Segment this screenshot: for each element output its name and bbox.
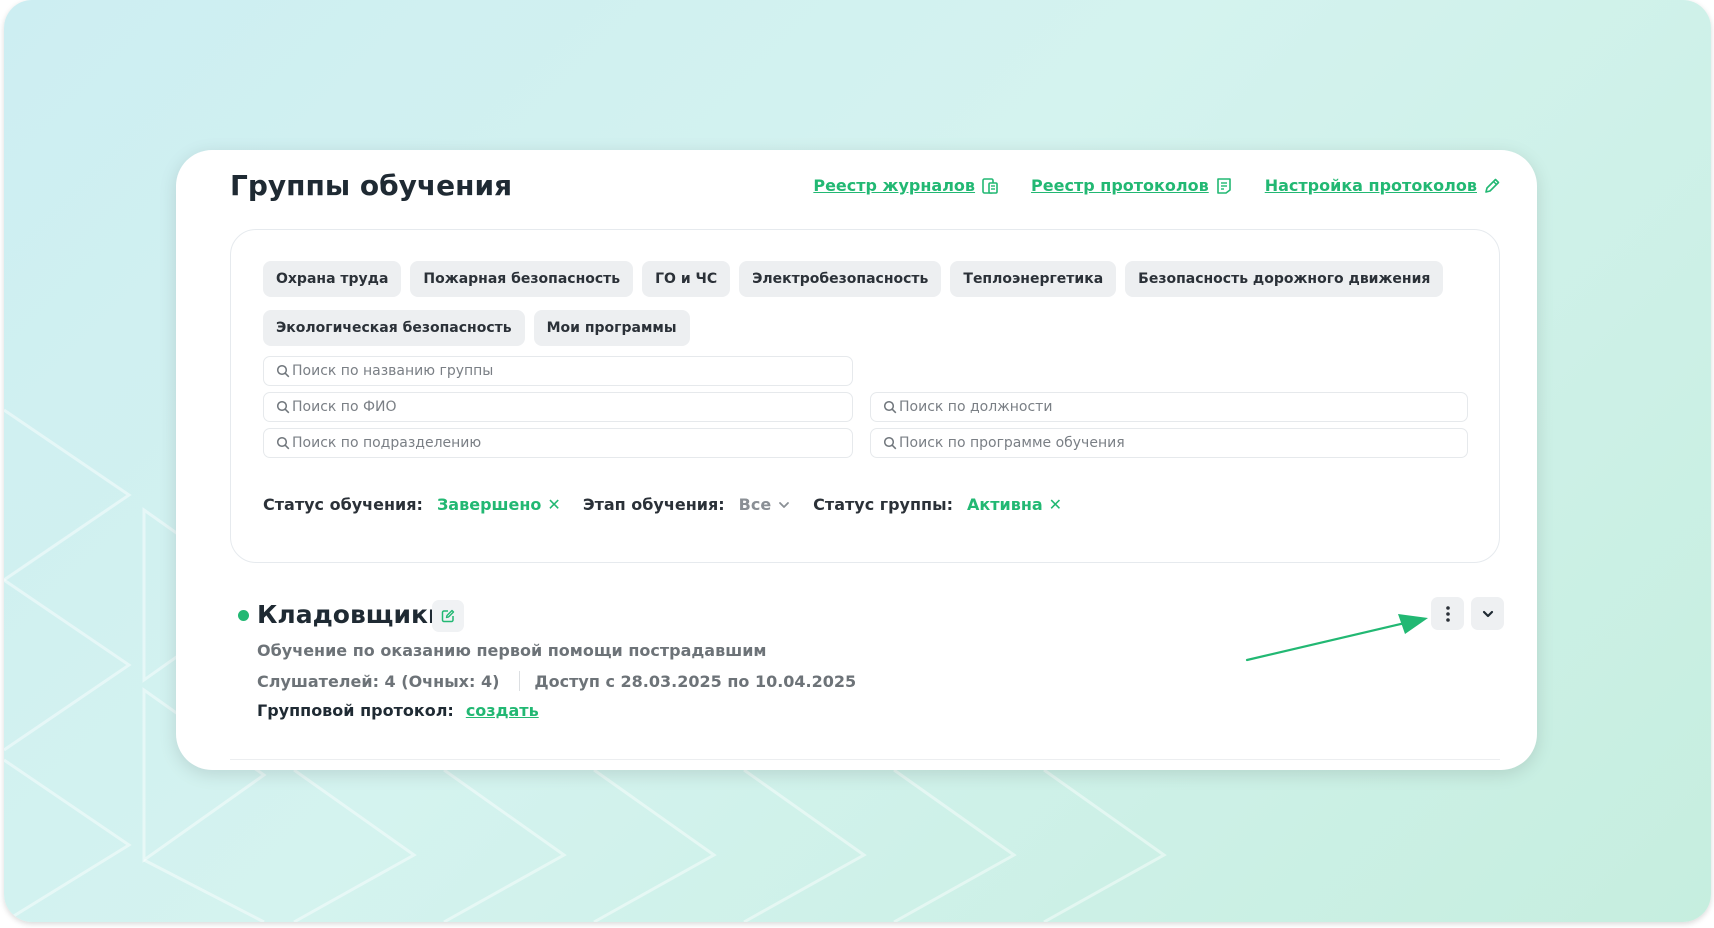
- journal-icon: [982, 177, 998, 194]
- protocol-label: Групповой протокол:: [257, 701, 454, 720]
- search-icon: [276, 400, 290, 414]
- section-divider: [230, 759, 1500, 760]
- listeners-count: Слушателей: 4 (Очных: 4): [257, 671, 500, 691]
- stage-dropdown[interactable]: Все: [739, 495, 792, 514]
- access-period: Доступ с 28.03.2025 по 10.04.2025: [534, 671, 857, 691]
- document-icon: [1216, 177, 1231, 194]
- journals-registry-label: Реестр журналов: [813, 176, 976, 195]
- chip-labor-safety[interactable]: Охрана труда: [263, 261, 402, 297]
- page-title: Группы обучения: [230, 169, 513, 202]
- protocol-settings-label: Настройка протоколов: [1264, 176, 1477, 195]
- protocols-registry-label: Реестр протоколов: [1031, 176, 1209, 195]
- group-program: Обучение по оказанию первой помощи постр…: [257, 641, 767, 660]
- chevron-down-icon: [779, 501, 790, 508]
- chip-electrical-safety[interactable]: Электробезопасность: [739, 261, 942, 297]
- chip-fire-safety[interactable]: Пожарная безопасность: [410, 261, 634, 297]
- close-icon[interactable]: ✕: [1049, 495, 1062, 514]
- category-chips: Охрана труда Пожарная безопасность ГО и …: [263, 261, 1463, 346]
- edit-group-button[interactable]: [432, 600, 464, 632]
- group-status-value: Активна: [966, 495, 1043, 514]
- more-vertical-icon: [1445, 605, 1450, 622]
- close-icon[interactable]: ✕: [547, 495, 560, 514]
- create-protocol-link[interactable]: создать: [466, 701, 539, 720]
- expand-group-button[interactable]: [1471, 597, 1504, 630]
- stage-label: Этап обучения:: [582, 495, 725, 514]
- program-search: [870, 428, 1468, 458]
- search-icon: [276, 436, 290, 450]
- department-search: [263, 428, 853, 458]
- chip-ecological-safety[interactable]: Экологическая безопасность: [263, 310, 525, 346]
- more-actions-button[interactable]: [1431, 597, 1464, 630]
- pencil-icon: [1485, 178, 1500, 193]
- pointer-arrow-icon: [1245, 614, 1428, 662]
- position-search: [870, 392, 1468, 422]
- training-status-value: Завершено: [436, 495, 542, 514]
- stage-value: Все: [738, 495, 772, 514]
- group-title: Кладовщики: [257, 600, 446, 629]
- search-icon: [883, 400, 897, 414]
- group-status-filter[interactable]: Активна ✕: [967, 495, 1062, 514]
- position-search-input[interactable]: [899, 399, 1467, 415]
- group-meta: Слушателей: 4 (Очных: 4) Доступ с 28.03.…: [257, 671, 856, 691]
- group-name-search-input[interactable]: [292, 363, 852, 379]
- chevron-down-icon: [1482, 610, 1493, 617]
- program-search-input[interactable]: [899, 435, 1467, 451]
- chip-heat-power[interactable]: Теплоэнергетика: [950, 261, 1117, 297]
- main-card: Группы обучения Реестр журналов Реестр п…: [176, 150, 1537, 770]
- department-search-input[interactable]: [292, 435, 852, 451]
- header-links: Реестр журналов Реестр протоколов Настро…: [813, 176, 1501, 195]
- group-protocol: Групповой протокол: создать: [257, 701, 539, 720]
- chip-my-programs[interactable]: Мои программы: [533, 310, 690, 346]
- filter-panel: Охрана труда Пожарная безопасность ГО и …: [230, 229, 1500, 563]
- group-name-search: [263, 356, 853, 386]
- fio-search: [263, 392, 853, 422]
- training-status-filter[interactable]: Завершено ✕: [437, 495, 561, 514]
- protocols-registry-link[interactable]: Реестр протоколов: [1031, 176, 1233, 195]
- training-status-label: Статус обучения:: [263, 495, 423, 514]
- active-status-dot: [238, 610, 249, 621]
- group-status-label: Статус группы:: [813, 495, 953, 514]
- search-icon: [883, 436, 897, 450]
- journals-registry-link[interactable]: Реестр журналов: [813, 176, 999, 195]
- search-icon: [276, 364, 290, 378]
- chip-civil-defense[interactable]: ГО и ЧС: [642, 261, 731, 297]
- meta-divider: [519, 671, 521, 691]
- fio-search-input[interactable]: [292, 399, 852, 415]
- edit-icon: [441, 609, 455, 623]
- status-filters: Статус обучения: Завершено ✕ Этап обучен…: [263, 495, 1084, 514]
- protocol-settings-link[interactable]: Настройка протоколов: [1265, 176, 1501, 195]
- chip-road-safety[interactable]: Безопасность дорожного движения: [1125, 261, 1444, 297]
